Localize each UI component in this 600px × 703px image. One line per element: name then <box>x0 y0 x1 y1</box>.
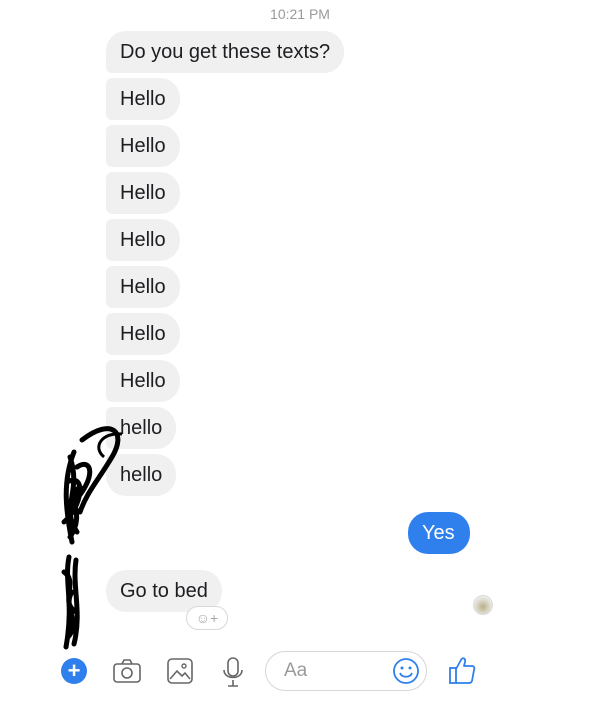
camera-icon[interactable] <box>112 656 142 686</box>
message-bubble-incoming[interactable]: Hello <box>106 313 180 355</box>
message-bubble-incoming[interactable]: Hello <box>106 172 180 214</box>
message-composer: + Aa <box>0 646 600 703</box>
message-bubble-outgoing[interactable]: Yes <box>408 512 470 554</box>
message-bubble-incoming[interactable]: Hello <box>106 219 180 261</box>
gallery-icon[interactable] <box>166 656 194 686</box>
redacted-avatar-scribble <box>61 554 80 650</box>
message-bubble-incoming[interactable]: Hello <box>106 360 180 402</box>
message-bubble-incoming[interactable]: Hello <box>106 266 180 308</box>
chat-thread: 10:21 PM Do you get these texts? Hello H… <box>0 0 600 703</box>
message-input[interactable]: Aa <box>265 651 427 691</box>
redacted-avatar-scribble <box>61 426 123 545</box>
add-reaction-button[interactable]: ☺+ <box>186 606 228 630</box>
plus-icon[interactable]: + <box>61 658 87 684</box>
seen-avatar <box>473 595 493 615</box>
message-bubble-incoming[interactable]: Hello <box>106 78 180 120</box>
emoji-icon[interactable] <box>392 657 420 685</box>
message-bubble-incoming[interactable]: Hello <box>106 125 180 167</box>
message-bubble-incoming[interactable]: Do you get these texts? <box>106 31 345 73</box>
message-input-placeholder: Aa <box>284 660 308 681</box>
thumbs-up-icon[interactable] <box>448 654 476 686</box>
message-timestamp: 10:21 PM <box>270 6 330 22</box>
microphone-icon[interactable] <box>222 656 244 690</box>
